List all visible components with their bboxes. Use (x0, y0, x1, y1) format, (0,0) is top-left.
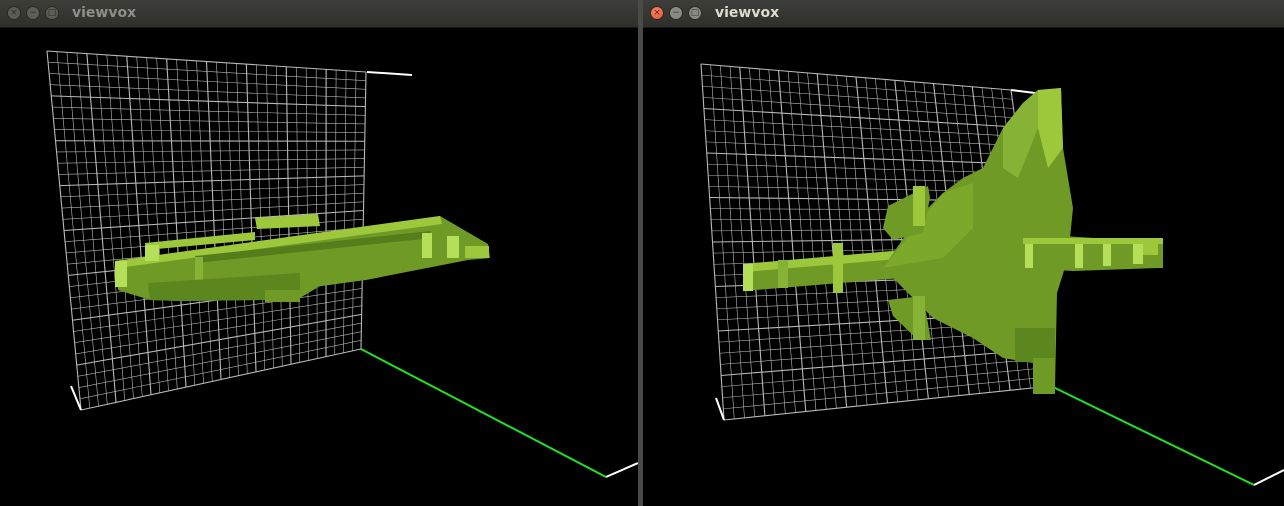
window-title: viewvox (72, 5, 137, 21)
grid-line (722, 367, 1049, 399)
voxel-viewport[interactable] (0, 28, 638, 506)
grid-plane (46, 50, 367, 411)
close-button[interactable]: × (650, 6, 664, 20)
grid-line (74, 296, 362, 343)
axis-green (1050, 385, 1255, 486)
viewvox-window-right[interactable]: × − □ viewvox (643, 0, 1284, 506)
maximize-button[interactable]: □ (45, 6, 59, 20)
minimize-button[interactable]: − (26, 6, 40, 20)
voxel-viewport[interactable] (643, 28, 1284, 506)
close-button[interactable]: × (7, 6, 21, 20)
grid-line (76, 313, 362, 366)
window-title: viewvox (715, 5, 780, 21)
maximize-button[interactable]: □ (688, 6, 702, 20)
axis-green (360, 348, 607, 478)
axis-white (366, 71, 413, 76)
viewvox-window-left[interactable]: × − □ viewvox (0, 0, 638, 506)
voxel-airplane-side-view (115, 214, 490, 302)
minimize-button[interactable]: − (669, 6, 683, 20)
titlebar[interactable]: × − □ viewvox (643, 0, 1284, 28)
grid-line (723, 376, 1050, 410)
axis-white (605, 462, 638, 478)
titlebar[interactable]: × − □ viewvox (0, 0, 638, 28)
axis-white (1253, 469, 1284, 486)
grid-line (75, 305, 362, 355)
